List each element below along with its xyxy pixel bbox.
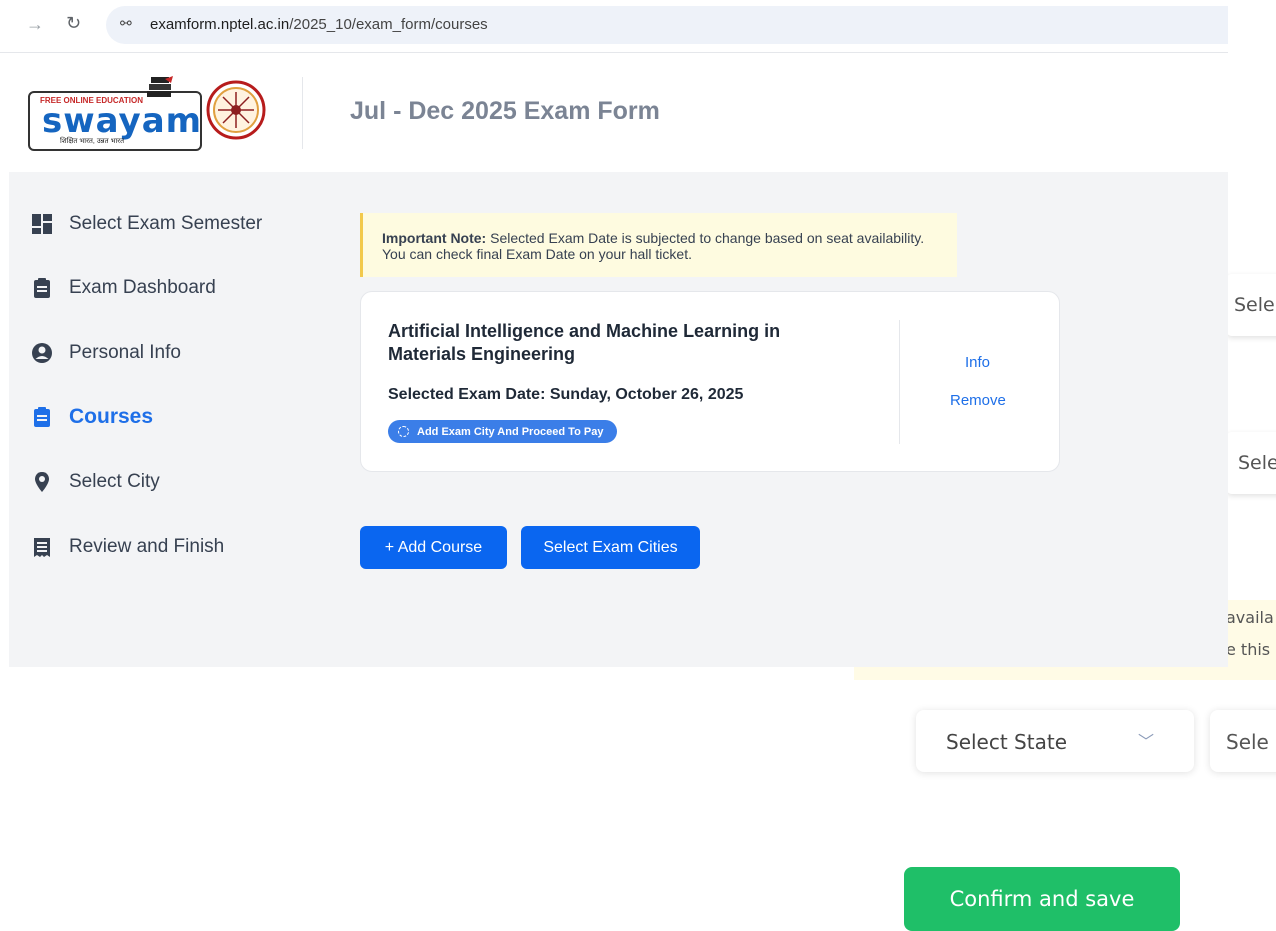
clipboard-icon [34,278,50,298]
swayam-logo: FREE ONLINE EDUCATION swayam शिक्षित भार… [28,76,202,151]
dashboard-icon [32,214,52,234]
status-badge[interactable]: Add Exam City And Proceed To Pay [388,420,618,443]
url-text[interactable]: examform.nptel.ac.in/2025_10/exam_form/c… [150,16,488,33]
address-bar[interactable]: ⚯ examform.nptel.ac.in/2025_10/exam_form… [106,6,1228,44]
sidebar-item-exam-dashboard[interactable]: Exam Dashboard [31,273,216,303]
sidebar-item-personal-info[interactable]: Personal Info [31,338,181,368]
selected-exam-date: Selected Exam Date: Sunday, October 26, … [388,386,744,403]
background-select-2: Sele [1226,432,1276,494]
forward-arrow-icon[interactable]: → [26,14,44,35]
sidebar-item-label: Select Exam Semester [69,213,263,234]
receipt-icon [34,538,50,557]
page-title: Jul - Dec 2025 Exam Form [350,97,660,125]
note-label: Important Note: [382,230,487,246]
browser-toolbar: → ↻ ⚯ examform.nptel.ac.in/2025_10/exam_… [0,0,1228,53]
location-pin-icon [35,472,49,492]
card-divider [899,320,900,444]
sidebar-item-label: Review and Finish [69,536,225,557]
badge-label: Add Exam City And Proceed To Pay [417,425,604,438]
select-exam-cities-button[interactable]: Select Exam Cities [521,526,700,569]
site-settings-icon[interactable]: ⚯ [120,15,132,32]
loading-spinner-icon [398,426,409,437]
books-icon [147,76,173,97]
clipboard-icon [34,407,50,427]
sidebar-item-select-city[interactable]: Select City [31,467,160,497]
course-title: Artificial Intelligence and Machine Lear… [388,321,781,364]
header-divider [302,77,303,149]
select-city-dropdown[interactable]: Sele [1210,710,1276,772]
important-note: Important Note: Selected Exam Date is su… [360,213,957,277]
sidebar-item-select-exam-semester[interactable]: Select Exam Semester [31,209,262,239]
select-state-dropdown[interactable]: Select State ﹀ [916,710,1194,772]
confirm-save-button[interactable]: Confirm and save [904,867,1180,931]
emblem-icon [206,80,266,140]
main-panel: Select Exam Semester Exam Dashboard Pers… [9,172,1228,667]
user-circle-icon [32,343,52,363]
chevron-down-icon: ﹀ [1138,734,1155,751]
sidebar-item-label: Exam Dashboard [69,277,216,298]
page-header: FREE ONLINE EDUCATION swayam शिक्षित भार… [0,53,1228,171]
info-link[interactable]: Info [965,354,990,371]
reload-icon[interactable]: ↻ [66,13,81,34]
add-course-button[interactable]: + Add Course [360,526,507,569]
sidebar-item-review-and-finish[interactable]: Review and Finish [31,532,224,562]
remove-link[interactable]: Remove [950,392,1006,409]
sidebar-item-label: Courses [69,405,154,428]
background-select-1: Sele [1226,274,1276,336]
sidebar-item-label: Select City [69,471,160,492]
sidebar-item-label: Personal Info [69,342,181,363]
course-card: Artificial Intelligence and Machine Lear… [360,291,1060,472]
sidebar-item-courses[interactable]: Courses [31,402,153,432]
